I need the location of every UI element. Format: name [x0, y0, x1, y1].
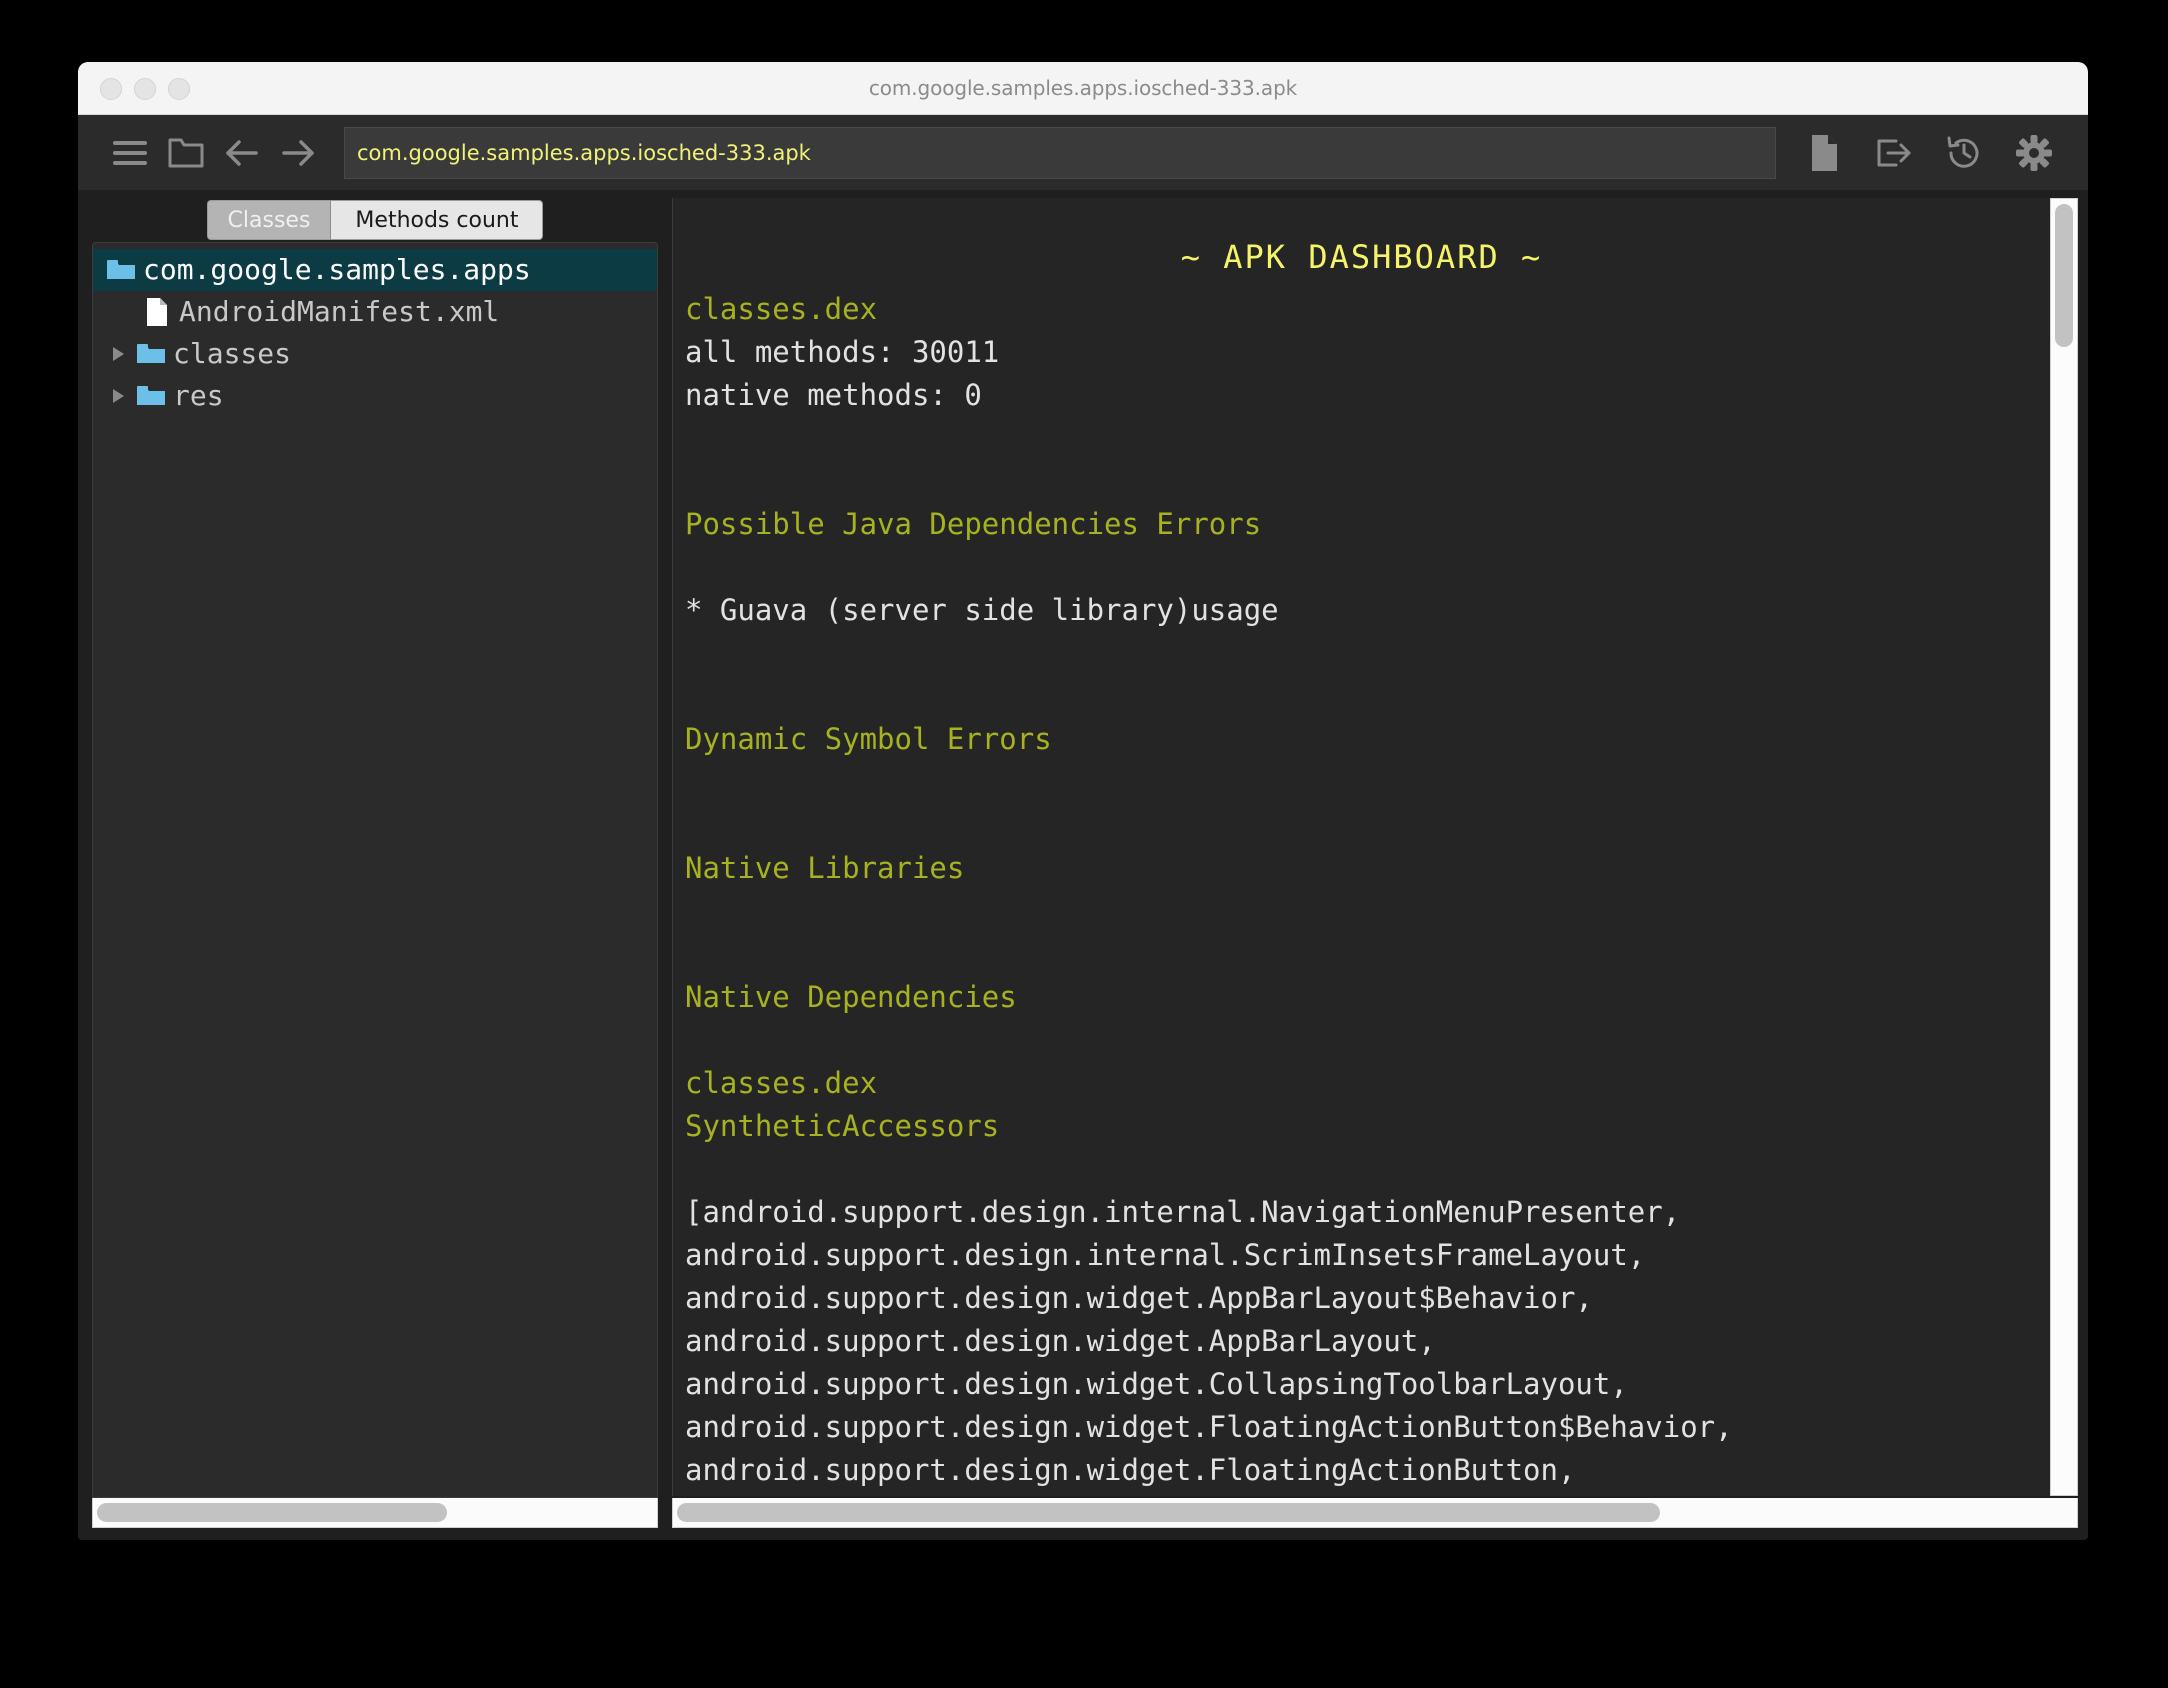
apk-dashboard-panel[interactable]: ~ APK DASHBOARD ~ classes.dex all methods… — [672, 198, 2050, 1496]
report-horizontal-scrollbar[interactable] — [672, 1498, 2078, 1528]
hamburger-menu-icon[interactable] — [102, 125, 158, 181]
arrow-right-icon[interactable] — [270, 125, 326, 181]
folder-icon — [103, 258, 139, 282]
report-spacer — [685, 890, 2050, 933]
report-line: android.support.design.internal.ScrimIns… — [685, 1238, 1646, 1272]
scrollbar-thumb[interactable] — [2055, 204, 2073, 347]
report-line: android.support.design.widget.Collapsing… — [685, 1367, 1628, 1401]
report-line: android.support.design.widget.FloatingAc… — [685, 1410, 1733, 1444]
report-line: * Guava (server side library)usage — [685, 593, 1279, 627]
report-spacer — [685, 933, 2050, 976]
class-tree[interactable]: com.google.samples.apps AndroidManifest.… — [92, 242, 658, 1498]
close-button[interactable] — [100, 77, 122, 100]
toolbar: com.google.samples.apps.iosched-333.apk — [78, 115, 2088, 190]
report-spacer — [685, 632, 2050, 675]
app-window: com.google.samples.apps.iosched-333.apk … — [78, 62, 2088, 1540]
report-heading: Dynamic Symbol Errors — [685, 722, 1052, 756]
report-row: ~ APK DASHBOARD ~ classes.dex all methods… — [672, 198, 2078, 1496]
report-spacer — [685, 1148, 2050, 1191]
sidebar-horizontal-scrollbar[interactable] — [92, 1498, 658, 1528]
history-icon[interactable] — [1936, 125, 1992, 181]
report-line: android.support.design.widget.AppBarLayo… — [685, 1281, 1593, 1315]
main-content: Classes Methods count com.google.samples… — [78, 190, 2088, 1540]
export-icon[interactable] — [1866, 125, 1922, 181]
tree-item-label: com.google.samples.apps — [143, 253, 531, 286]
report-heading: Native Dependencies — [685, 980, 1017, 1014]
report-heading: classes.dex — [685, 1066, 878, 1100]
maximize-button[interactable] — [168, 77, 190, 100]
report-line: all methods: 30011 — [685, 335, 1000, 369]
window-titlebar: com.google.samples.apps.iosched-333.apk — [78, 62, 2088, 115]
sidebar-tabs: Classes Methods count — [92, 198, 658, 242]
report-heading: Possible Java Dependencies Errors — [685, 507, 1262, 541]
report-spacer — [685, 1019, 2050, 1062]
report-spacer — [685, 460, 2050, 503]
tree-item-res[interactable]: res — [93, 375, 657, 417]
tab-classes[interactable]: Classes — [206, 200, 332, 240]
file-icon[interactable] — [1796, 125, 1852, 181]
chevron-right-icon[interactable] — [103, 345, 133, 363]
file-icon — [139, 297, 175, 327]
scrollbar-thumb[interactable] — [677, 1503, 1660, 1522]
report-line: android.support.design.widget.FloatingAc… — [685, 1453, 1576, 1487]
sidebar: Classes Methods count com.google.samples… — [92, 198, 658, 1528]
report-vertical-scrollbar[interactable] — [2050, 198, 2078, 1496]
report-heading: classes.dex — [685, 292, 878, 326]
report-text: classes.dex all methods: 30011 native meth… — [673, 288, 2050, 1492]
tab-methods-count[interactable]: Methods count — [331, 200, 544, 240]
report-heading: Native Libraries — [685, 851, 965, 885]
tree-item-root-package[interactable]: com.google.samples.apps — [93, 249, 657, 291]
tree-item-classes[interactable]: classes — [93, 333, 657, 375]
report-line: android.support.design.widget.AppBarLayo… — [685, 1324, 1436, 1358]
gear-icon[interactable] — [2006, 125, 2062, 181]
report-spacer — [685, 675, 2050, 718]
tree-item-label: AndroidManifest.xml — [179, 295, 500, 328]
arrow-left-icon[interactable] — [214, 125, 270, 181]
tree-item-label: classes — [173, 337, 292, 370]
report-area: ~ APK DASHBOARD ~ classes.dex all methods… — [672, 198, 2078, 1528]
tree-item-label: res — [173, 379, 224, 412]
tree-item-android-manifest[interactable]: AndroidManifest.xml — [93, 291, 657, 333]
scrollbar-thumb[interactable] — [97, 1503, 447, 1522]
page-title: ~ APK DASHBOARD ~ — [1180, 238, 1543, 276]
report-line: native methods: 0 — [685, 378, 982, 412]
minimize-button[interactable] — [134, 77, 156, 100]
toolbar-actions — [1796, 125, 2062, 181]
folder-icon — [133, 384, 169, 408]
report-spacer — [685, 804, 2050, 847]
report-spacer — [685, 546, 2050, 589]
apk-path-value: com.google.samples.apps.iosched-333.apk — [357, 140, 811, 165]
report-spacer — [685, 417, 2050, 460]
window-controls — [100, 62, 190, 115]
folder-icon — [133, 342, 169, 366]
report-spacer — [685, 761, 2050, 804]
report-heading: SyntheticAccessors — [685, 1109, 1000, 1143]
window-title: com.google.samples.apps.iosched-333.apk — [868, 76, 1298, 100]
report-line: [android.support.design.internal.Navigat… — [685, 1195, 1681, 1229]
folder-open-icon[interactable] — [158, 125, 214, 181]
apk-path-input[interactable]: com.google.samples.apps.iosched-333.apk — [344, 126, 1776, 179]
chevron-right-icon[interactable] — [103, 387, 133, 405]
